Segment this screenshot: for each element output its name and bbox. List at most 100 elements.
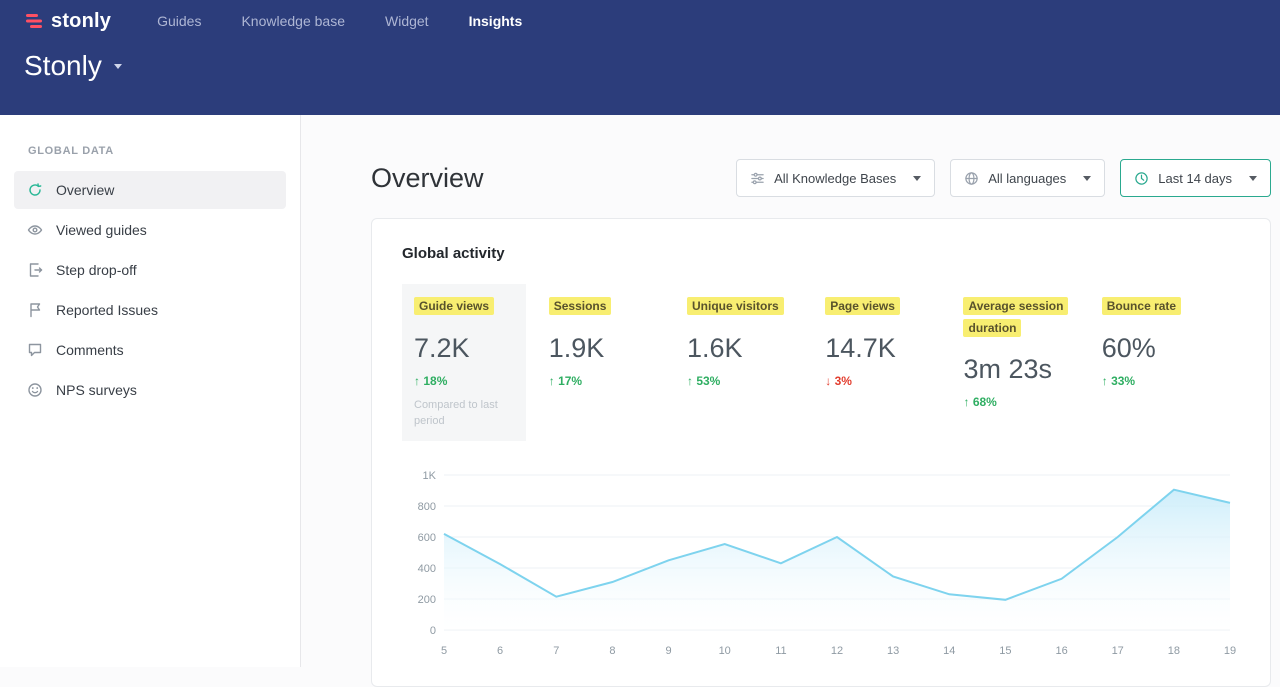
- metrics-row: Guide views 7.2K ↑ 18% Compared to last …: [402, 284, 1240, 441]
- languages-filter[interactable]: All languages: [950, 159, 1105, 197]
- metric-sessions: Sessions 1.9K ↑ 17%: [549, 284, 687, 441]
- sidebar-section-label: GLOBAL DATA: [28, 145, 300, 157]
- svg-text:15: 15: [999, 645, 1011, 657]
- metric-label: Page views: [825, 297, 900, 315]
- metric-label: Sessions: [549, 297, 612, 315]
- top-nav: Guides Knowledge base Widget Insights: [157, 13, 522, 29]
- nav-item-widget[interactable]: Widget: [385, 13, 429, 29]
- metric-change: ↑ 68%: [963, 395, 1101, 409]
- step-dropoff-icon: [27, 262, 43, 278]
- metric-value: 1.9K: [549, 333, 687, 364]
- metric-page-views: Page views 14.7K ↓ 3%: [825, 284, 963, 441]
- overview-icon: [27, 182, 43, 198]
- stonly-logo-icon: [24, 11, 44, 31]
- svg-text:17: 17: [1112, 645, 1124, 657]
- metric-change-value: 33%: [1111, 374, 1135, 388]
- knowledge-bases-filter[interactable]: All Knowledge Bases: [736, 159, 935, 197]
- metric-value: 3m 23s: [963, 354, 1101, 385]
- nav-item-guides[interactable]: Guides: [157, 13, 201, 29]
- sidebar-item-reported-issues[interactable]: Reported Issues: [14, 291, 286, 329]
- metric-unique-visitors: Unique visitors 1.6K ↑ 53%: [687, 284, 825, 441]
- metric-average-session-duration: Average session duration 3m 23s ↑ 68%: [963, 284, 1101, 441]
- workspace-title: Stonly: [24, 50, 102, 82]
- metric-value: 60%: [1102, 333, 1240, 364]
- sidebar-item-label: Overview: [56, 182, 114, 198]
- main-content: Overview All Knowledge Bases All languag…: [301, 115, 1280, 667]
- svg-text:16: 16: [1055, 645, 1067, 657]
- sidebar-item-label: NPS surveys: [56, 382, 137, 398]
- nav-item-insights[interactable]: Insights: [469, 13, 523, 29]
- metric-change-value: 18%: [423, 374, 447, 388]
- sidebar-item-label: Viewed guides: [56, 222, 147, 238]
- sidebar-item-step-drop-off[interactable]: Step drop-off: [14, 251, 286, 289]
- chevron-down-icon: [913, 176, 921, 181]
- flag-icon: [27, 302, 43, 318]
- filter-label: All languages: [988, 171, 1066, 186]
- smiley-icon: [27, 382, 43, 398]
- metric-value: 7.2K: [414, 333, 514, 364]
- app-header: stonly Guides Knowledge base Widget Insi…: [0, 0, 1280, 115]
- comment-icon: [27, 342, 43, 358]
- sidebar-item-nps-surveys[interactable]: NPS surveys: [14, 371, 286, 409]
- filters-row: All Knowledge Bases All languages Last 1…: [736, 159, 1271, 197]
- eye-icon: [27, 222, 43, 238]
- metric-change-value: 3%: [835, 374, 852, 388]
- metric-bounce-rate: Bounce rate 60% ↑ 33%: [1102, 284, 1240, 441]
- chevron-down-icon: [114, 64, 122, 69]
- svg-text:200: 200: [418, 594, 436, 606]
- filter-label: Last 14 days: [1158, 171, 1232, 186]
- metric-change: ↑ 53%: [687, 374, 825, 388]
- trend-arrow-icon: ↑: [549, 374, 555, 388]
- svg-text:11: 11: [775, 645, 786, 657]
- globe-icon: [964, 171, 979, 186]
- metric-change: ↑ 33%: [1102, 374, 1240, 388]
- svg-text:9: 9: [666, 645, 672, 657]
- trend-arrow-icon: ↑: [1102, 374, 1108, 388]
- svg-text:6: 6: [497, 645, 503, 657]
- svg-text:14: 14: [943, 645, 955, 657]
- sidebar-item-comments[interactable]: Comments: [14, 331, 286, 369]
- metric-label: Unique visitors: [687, 297, 784, 315]
- brand-text: stonly: [51, 10, 111, 33]
- svg-text:600: 600: [418, 532, 436, 544]
- svg-text:800: 800: [418, 501, 436, 513]
- sidebar-item-label: Step drop-off: [56, 262, 137, 278]
- svg-text:10: 10: [719, 645, 731, 657]
- trend-arrow-icon: ↓: [825, 374, 831, 388]
- sliders-icon: [750, 171, 765, 186]
- metric-change: ↑ 17%: [549, 374, 687, 388]
- chart-container: 02004006008001K5678910111213141516171819: [402, 465, 1240, 660]
- svg-text:0: 0: [430, 625, 436, 637]
- svg-text:7: 7: [553, 645, 559, 657]
- card-title: Global activity: [402, 245, 1240, 262]
- nav-item-knowledge-base[interactable]: Knowledge base: [241, 13, 345, 29]
- svg-text:8: 8: [609, 645, 615, 657]
- svg-text:18: 18: [1168, 645, 1180, 657]
- sidebar-item-viewed-guides[interactable]: Viewed guides: [14, 211, 286, 249]
- metric-guide-views: Guide views 7.2K ↑ 18% Compared to last …: [402, 284, 526, 441]
- chevron-down-icon: [1249, 176, 1257, 181]
- metric-note: Compared to last period: [414, 398, 506, 430]
- top-bar: stonly Guides Knowledge base Widget Insi…: [0, 0, 1280, 42]
- filter-label: All Knowledge Bases: [774, 171, 896, 186]
- chevron-down-icon: [1083, 176, 1091, 181]
- sidebar-item-label: Reported Issues: [56, 302, 158, 318]
- metric-label: Guide views: [414, 297, 494, 315]
- metric-change: ↑ 18%: [414, 374, 514, 388]
- stonly-logo[interactable]: stonly: [24, 10, 111, 33]
- metric-change: ↓ 3%: [825, 374, 963, 388]
- metric-change-value: 68%: [973, 395, 997, 409]
- global-activity-card: Global activity Guide views 7.2K ↑ 18% C…: [371, 218, 1271, 687]
- workspace-selector[interactable]: Stonly: [0, 42, 1280, 82]
- clock-icon: [1134, 171, 1149, 186]
- svg-text:5: 5: [441, 645, 447, 657]
- svg-text:12: 12: [831, 645, 843, 657]
- trend-arrow-icon: ↑: [963, 395, 969, 409]
- date-range-filter[interactable]: Last 14 days: [1120, 159, 1271, 197]
- metric-label: Bounce rate: [1102, 297, 1181, 315]
- metric-value: 1.6K: [687, 333, 825, 364]
- sidebar-item-overview[interactable]: Overview: [14, 171, 286, 209]
- trend-arrow-icon: ↑: [414, 374, 420, 388]
- metric-change-value: 17%: [558, 374, 582, 388]
- trend-arrow-icon: ↑: [687, 374, 693, 388]
